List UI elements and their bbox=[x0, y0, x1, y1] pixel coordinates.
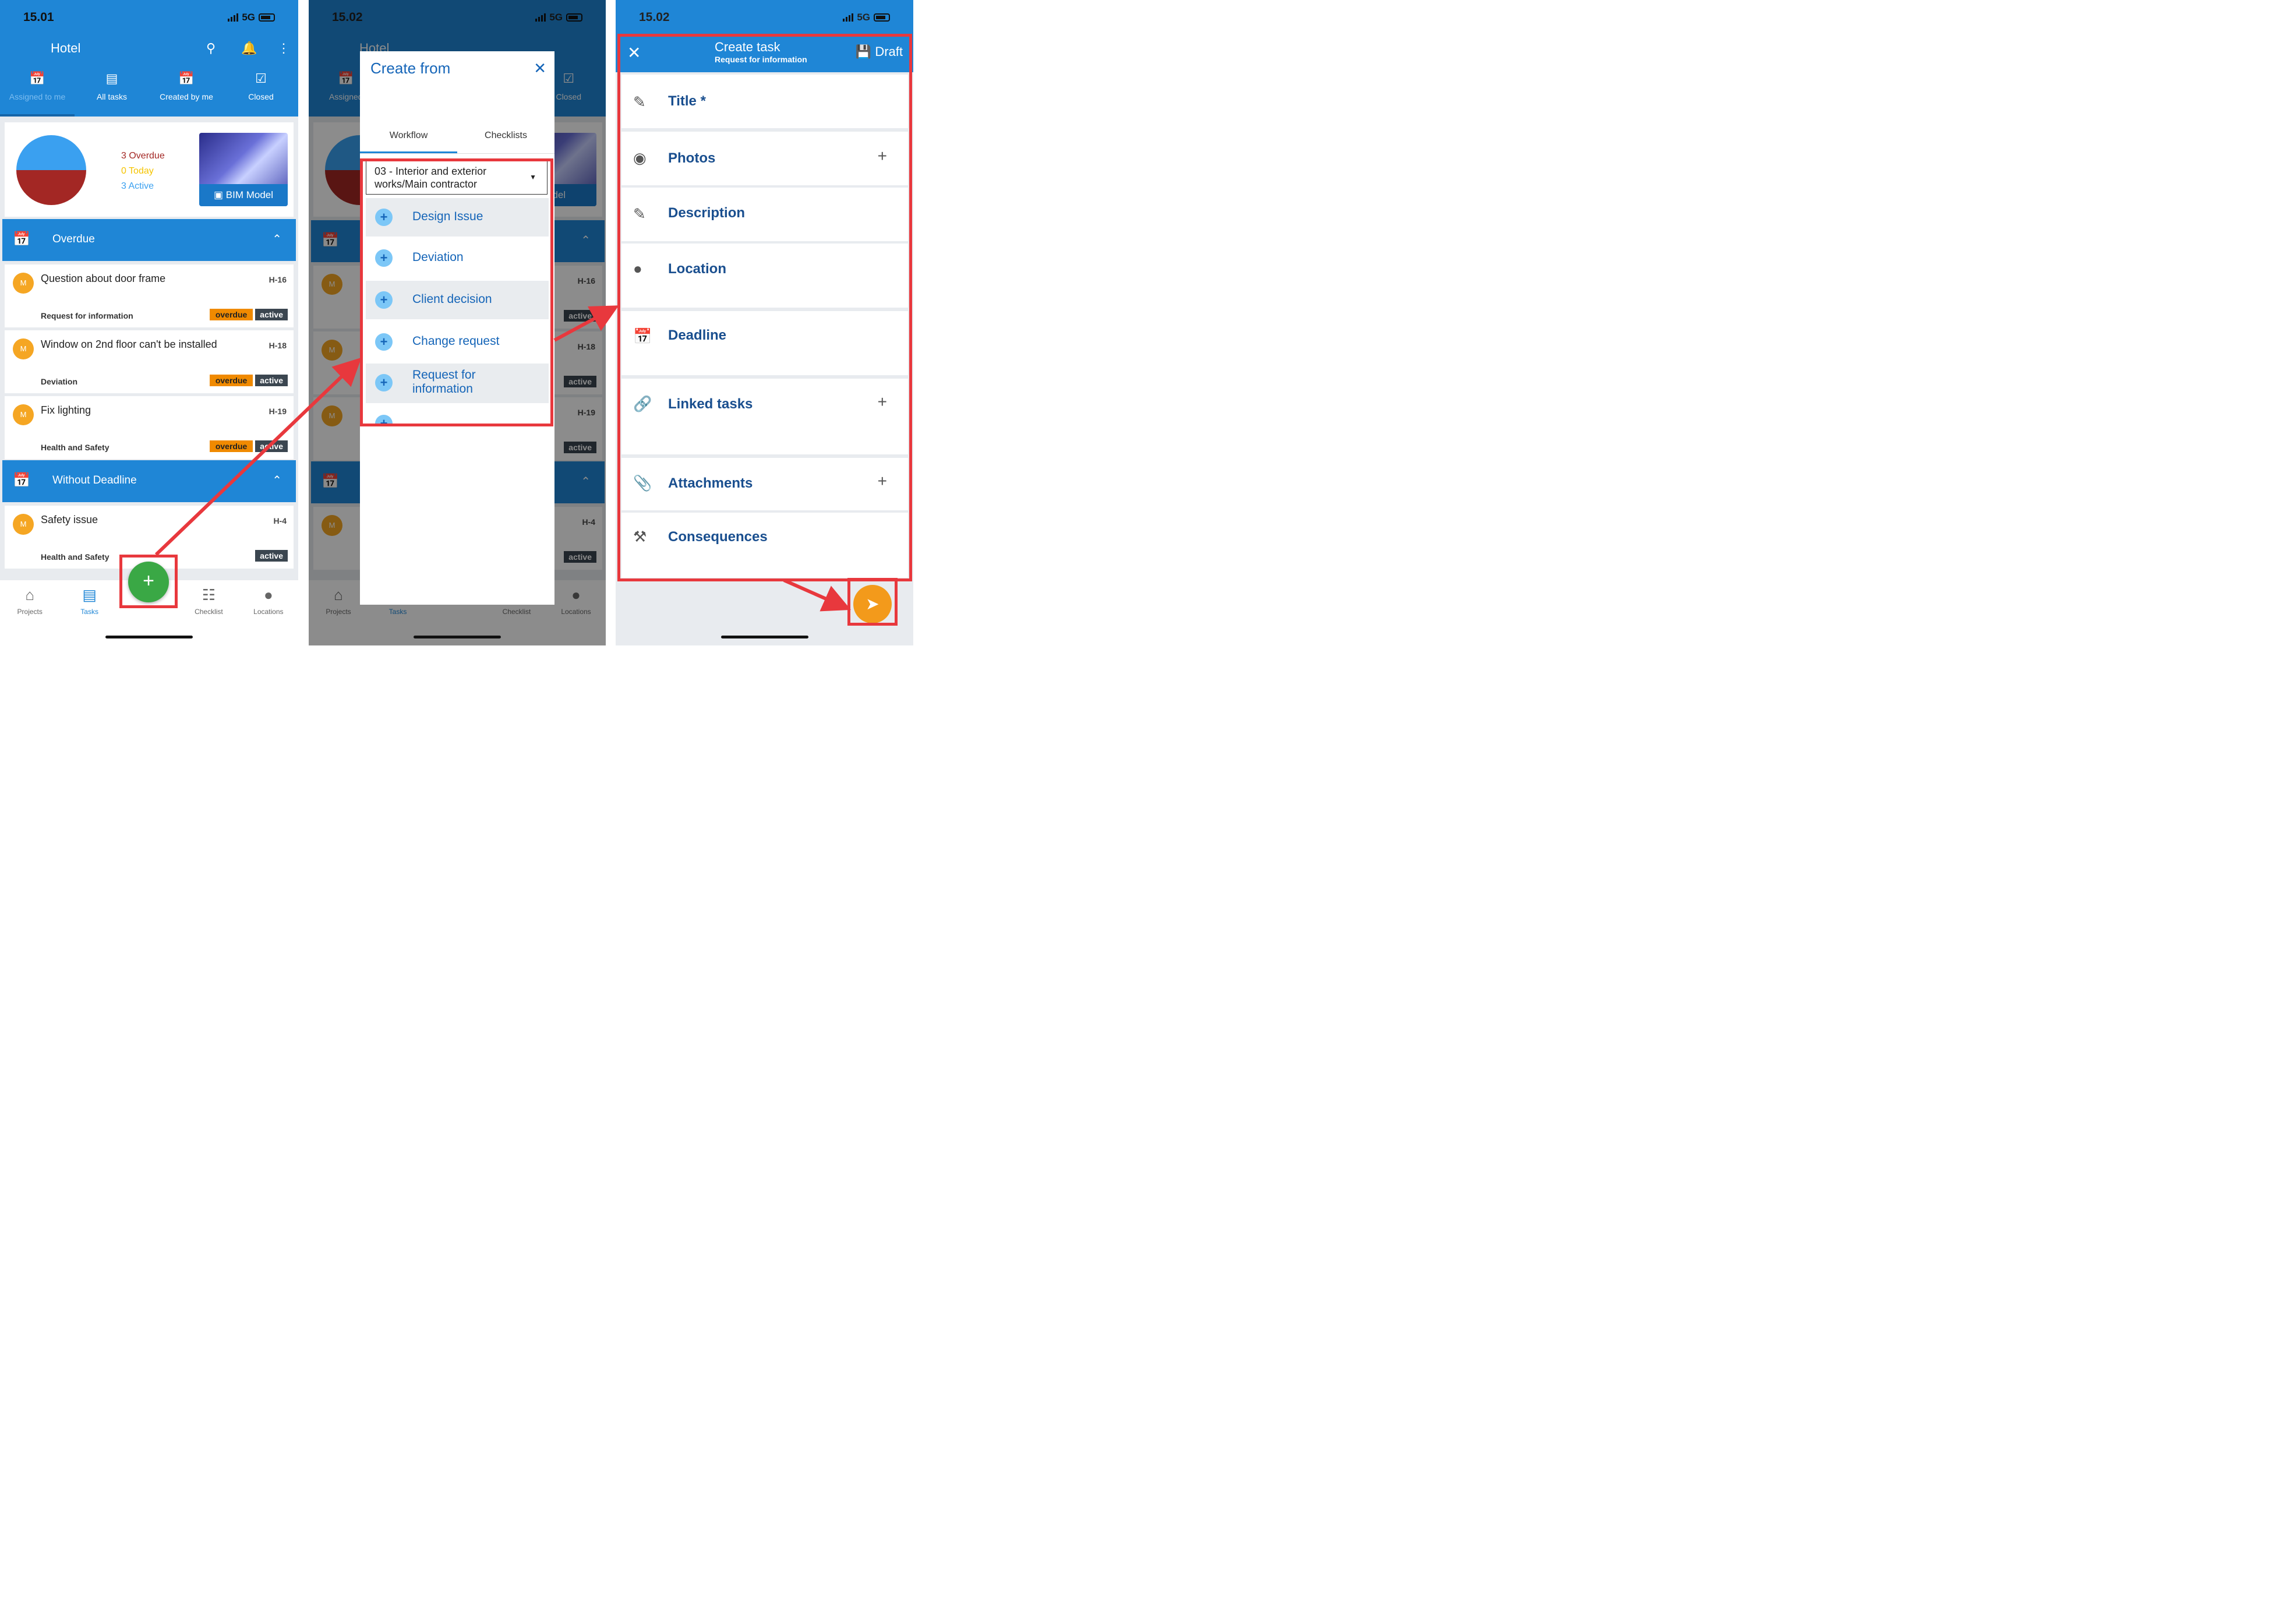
status-network: 5G bbox=[228, 12, 275, 23]
tab-assigned-to-me[interactable]: 📅 Assigned to me bbox=[0, 71, 75, 117]
status-time: 15.01 bbox=[23, 10, 54, 24]
cube-icon: ▣ bbox=[213, 189, 224, 200]
calendar-alert-icon: 📅 bbox=[29, 71, 45, 86]
home-indicator bbox=[720, 636, 808, 638]
nav-locations[interactable]: ● Locations bbox=[239, 580, 298, 645]
highlight-box-workflows bbox=[360, 158, 553, 426]
task-row[interactable]: M Fix lighting H-19 Health and Safety ov… bbox=[5, 396, 294, 459]
task-row[interactable]: M Question about door frame H-16 Request… bbox=[5, 264, 294, 327]
task-title: Fix lighting bbox=[41, 404, 91, 416]
task-code: H-4 bbox=[273, 516, 287, 525]
signal-icon bbox=[228, 13, 239, 22]
tab-created-by-me[interactable]: 📅 Created by me bbox=[149, 71, 224, 117]
highlight-box-fab bbox=[119, 555, 178, 608]
tab-closed[interactable]: ☑ Closed bbox=[224, 71, 298, 117]
avatar: M bbox=[13, 273, 34, 294]
home-indicator bbox=[414, 636, 501, 638]
screen-create-from-dialog: 15.02 5G Hotel 📅Assigned ☑Closed Model 📅… bbox=[309, 0, 606, 645]
more-vert-icon[interactable]: ⋮ bbox=[277, 41, 290, 56]
bim-model-button[interactable]: ▣ BIM Model bbox=[199, 184, 288, 206]
task-title: Safety issue bbox=[41, 514, 98, 525]
battery-icon bbox=[259, 13, 275, 22]
overdue-badge: overdue bbox=[209, 440, 253, 452]
section-title: Overdue bbox=[52, 233, 95, 245]
section-without-deadline[interactable]: 📅 Without Deadline ⌃ bbox=[2, 460, 296, 502]
task-tabs: 📅 Assigned to me ▤ All tasks 📅 Created by m… bbox=[0, 71, 298, 117]
status-bar: 15.01 5G bbox=[0, 0, 298, 34]
nav-label: Tasks bbox=[80, 608, 98, 616]
bim-model-thumbnail[interactable]: ▣ BIM Model bbox=[199, 133, 288, 206]
calendar-plus-icon: 📅 bbox=[178, 71, 195, 86]
dialog-tabs: Workflow Checklists bbox=[360, 126, 554, 154]
project-title: Hotel bbox=[51, 41, 81, 55]
calendar-alert-icon: 📅 bbox=[13, 231, 30, 247]
task-code: H-16 bbox=[269, 275, 287, 284]
tab-label: Closed bbox=[248, 92, 274, 101]
calendar-icon: 📅 bbox=[13, 472, 30, 488]
status-bar: 15.02 5G bbox=[616, 0, 913, 34]
active-count: 3 Active bbox=[121, 181, 154, 191]
task-title: Window on 2nd floor can't be installed bbox=[41, 338, 217, 350]
tab-all-tasks[interactable]: ▤ All tasks bbox=[75, 71, 149, 117]
nav-projects[interactable]: ⌂ Projects bbox=[0, 580, 59, 645]
home-icon: ⌂ bbox=[25, 586, 35, 604]
network-label: 5G bbox=[857, 12, 870, 23]
tab-label: All tasks bbox=[96, 92, 128, 101]
task-summary-card: 3 Overdue 0 Today 3 Active ▣ BIM Model bbox=[5, 122, 294, 217]
checklist-icon: ☷ bbox=[202, 586, 216, 604]
screen-create-task: 15.02 5G ✕ Create task Request for infor… bbox=[616, 0, 913, 645]
screen-task-list: 15.01 5G Hotel ⚲ 🔔 ⋮ 📅 Assigned to me ▤ Al… bbox=[0, 0, 298, 645]
highlight-box-form bbox=[617, 34, 912, 581]
close-icon[interactable]: ✕ bbox=[534, 59, 546, 77]
bell-icon[interactable]: 🔔 bbox=[241, 41, 257, 56]
task-code: H-18 bbox=[269, 341, 287, 350]
nav-label: Checklist bbox=[195, 608, 223, 616]
chevron-up-icon[interactable]: ⌃ bbox=[272, 232, 282, 246]
avatar: M bbox=[13, 404, 34, 425]
task-category: Health and Safety bbox=[41, 443, 109, 452]
section-overdue[interactable]: 📅 Overdue ⌃ bbox=[2, 219, 296, 261]
task-category: Request for information bbox=[41, 311, 133, 320]
section-title: Without Deadline bbox=[52, 474, 137, 486]
task-row[interactable]: M Window on 2nd floor can't be installed… bbox=[5, 330, 294, 393]
tab-label: Assigned to me bbox=[9, 92, 66, 101]
task-title: Question about door frame bbox=[41, 273, 166, 284]
dialog-title: Create from bbox=[370, 59, 451, 77]
tab-label: Created by me bbox=[160, 92, 213, 101]
task-stats: 3 Overdue 0 Today 3 Active bbox=[121, 149, 165, 194]
task-list-icon: ▤ bbox=[82, 586, 97, 604]
status-network: 5G bbox=[843, 12, 890, 23]
nav-label: Projects bbox=[17, 608, 43, 616]
tab-checklists[interactable]: Checklists bbox=[457, 126, 554, 153]
chevron-up-icon[interactable]: ⌃ bbox=[272, 473, 282, 488]
status-badge: active bbox=[255, 309, 288, 320]
overdue-count: 3 Overdue bbox=[121, 151, 165, 161]
status-time: 15.02 bbox=[639, 10, 670, 24]
network-label: 5G bbox=[242, 12, 255, 23]
avatar: M bbox=[13, 338, 34, 359]
highlight-box-send bbox=[847, 578, 898, 626]
app-bar: 15.01 5G Hotel ⚲ 🔔 ⋮ 📅 Assigned to me ▤ Al… bbox=[0, 0, 298, 117]
avatar: M bbox=[13, 514, 34, 535]
status-badge: active bbox=[255, 440, 288, 452]
bim-model-label: BIM Model bbox=[225, 189, 274, 200]
overdue-badge: overdue bbox=[209, 309, 253, 320]
search-icon[interactable]: ⚲ bbox=[206, 41, 216, 56]
status-pie-chart bbox=[16, 135, 86, 205]
status-badge: active bbox=[255, 375, 288, 386]
list-icon: ▤ bbox=[105, 71, 118, 86]
home-indicator bbox=[105, 636, 193, 638]
task-category: Health and Safety bbox=[41, 552, 109, 562]
task-category: Deviation bbox=[41, 377, 78, 386]
nav-label: Locations bbox=[253, 608, 284, 616]
status-badge: active bbox=[255, 550, 288, 562]
task-code: H-19 bbox=[269, 407, 287, 416]
tab-workflow[interactable]: Workflow bbox=[360, 126, 457, 153]
battery-icon bbox=[874, 13, 890, 22]
checkbox-icon: ☑ bbox=[255, 71, 267, 86]
overdue-badge: overdue bbox=[209, 375, 253, 386]
location-pin-icon: ● bbox=[263, 586, 273, 604]
signal-icon bbox=[843, 13, 854, 22]
today-count: 0 Today bbox=[121, 166, 154, 176]
